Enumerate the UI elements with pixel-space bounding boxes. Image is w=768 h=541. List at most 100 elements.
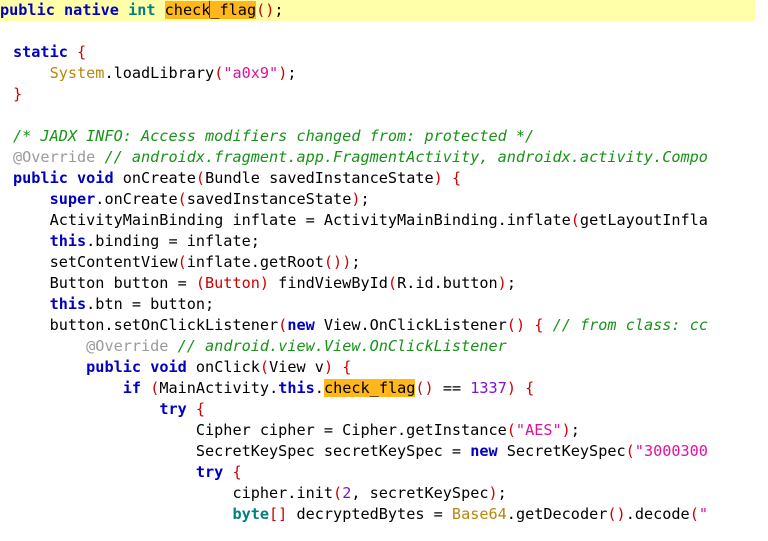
code-line[interactable]: @Override // androidx.fragment.app.Fragm…: [0, 147, 768, 168]
code-line[interactable]: this.binding = inflate;: [0, 231, 768, 252]
code-line[interactable]: cipher.init(2, secretKeySpec);: [0, 483, 768, 504]
token-keyword: void: [150, 358, 187, 376]
token-punctuation: (: [150, 379, 160, 397]
token-text: .btn = button;: [86, 295, 215, 313]
token-comment: // from class: cc: [552, 316, 709, 334]
token-punctuation: (: [387, 274, 398, 292]
token-comment: /* JADX INFO: Access modifiers changed f…: [13, 127, 535, 145]
token-punctuation: ): [351, 190, 361, 208]
code-lines-container: public native int check_flag(); static {…: [0, 0, 768, 525]
token-string-literal: "AES": [515, 421, 562, 439]
token-punctuation: (: [506, 421, 516, 439]
token-text: ActivityMainBinding inflate = ActivityMa…: [13, 211, 571, 229]
token-text: findViewById: [269, 274, 388, 292]
code-line[interactable]: super.onCreate(savedInstanceState);: [0, 189, 768, 210]
code-line[interactable]: public void onCreate(Bundle savedInstanc…: [0, 168, 768, 189]
code-line[interactable]: try {: [0, 462, 768, 483]
code-line[interactable]: @Override // android.view.View.OnClickLi…: [0, 336, 768, 357]
code-editor-view[interactable]: public native int check_flag(); static {…: [0, 0, 768, 541]
code-line[interactable]: this.btn = button;: [0, 294, 768, 315]
code-line[interactable]: [0, 21, 768, 42]
token-text: onClick: [186, 358, 260, 376]
token-punctuation: ): [506, 379, 516, 397]
token-punctuation: (: [214, 64, 224, 82]
token-keyword: native: [64, 1, 119, 19]
token-class-reference: System: [49, 64, 105, 82]
code-line[interactable]: SecretKeySpec secretKeySpec = new Secret…: [0, 441, 768, 462]
token-punctuation: (: [177, 190, 187, 208]
token-text: ==: [433, 379, 471, 397]
token-keyword: super: [49, 190, 96, 208]
token-keyword: public: [0, 1, 55, 19]
token-text: onCreate: [113, 169, 196, 187]
token-punctuation: (: [689, 505, 699, 523]
code-line[interactable]: setContentView(inflate.getRoot());: [0, 252, 768, 273]
token-text: Cipher cipher = Cipher.getInstance: [13, 421, 507, 439]
token-punctuation: {: [451, 169, 462, 187]
token-text: inflate.getRoot: [186, 253, 324, 271]
token-keyword: try: [159, 400, 187, 418]
token-keyword: public: [13, 169, 68, 187]
code-line[interactable]: Cipher cipher = Cipher.getInstance("AES"…: [0, 420, 768, 441]
token-text: ;: [497, 484, 507, 502]
token-punctuation: {: [342, 358, 352, 376]
token-punctuation: ()): [323, 253, 352, 271]
token-punctuation: {: [525, 379, 535, 397]
code-line[interactable]: byte[] decryptedBytes = Base64.getDecode…: [0, 504, 768, 525]
code-line[interactable]: if (MainActivity.this.check_flag() == 13…: [0, 378, 768, 399]
token-punctuation: ): [561, 421, 571, 439]
code-line[interactable]: button.setOnClickListener(new View.OnCli…: [0, 315, 768, 336]
token-search-match[interactable]: check: [164, 1, 211, 19]
token-text: ;: [570, 421, 580, 439]
token-punctuation: []: [269, 505, 288, 523]
token-keyword: this: [49, 232, 87, 250]
token-punctuation: (): [256, 1, 275, 19]
token-text: ;: [287, 64, 297, 82]
token-keyword: static: [13, 43, 68, 61]
token-string-literal: ": [698, 505, 709, 523]
token-keyword: if: [122, 379, 142, 397]
token-text: getLayoutInfla: [579, 211, 708, 229]
code-line[interactable]: /* JADX INFO: Access modifiers changed f…: [0, 126, 768, 147]
token-text: ;: [274, 1, 284, 19]
token-text: SecretKeySpec secretKeySpec =: [13, 442, 471, 460]
token-text: .binding = inflate;: [86, 232, 260, 250]
token-text: .: [314, 379, 324, 397]
code-line[interactable]: static {: [0, 42, 768, 63]
token-punctuation: (: [259, 358, 270, 376]
token-keyword: new: [470, 442, 498, 460]
token-search-match[interactable]: check_flag: [323, 379, 416, 397]
token-text: Button button =: [13, 274, 196, 292]
code-line[interactable]: }: [0, 84, 768, 105]
token-punctuation: (): [415, 379, 434, 397]
token-punctuation: (: [570, 211, 580, 229]
code-line[interactable]: [0, 105, 768, 126]
token-punctuation: ): [278, 64, 288, 82]
code-line[interactable]: try {: [0, 399, 768, 420]
token-keyword: this: [278, 379, 315, 397]
token-text: cipher.init: [13, 484, 334, 502]
token-text: .onCreate: [95, 190, 178, 208]
token-search-match[interactable]: _flag: [210, 1, 257, 19]
code-line[interactable]: public void onClick(View v) {: [0, 357, 768, 378]
code-line-current[interactable]: public native int check_flag();: [0, 0, 755, 21]
token-keyword: void: [77, 169, 114, 187]
token-text: button.setOnClickListener: [13, 316, 279, 334]
code-line[interactable]: Button button = (Button) findViewById(R.…: [0, 273, 768, 294]
code-line[interactable]: System.loadLibrary("a0x9");: [0, 63, 768, 84]
token-punctuation: ): [497, 274, 507, 292]
token-punctuation: (: [195, 169, 206, 187]
code-line[interactable]: ActivityMainBinding inflate = ActivityMa…: [0, 210, 768, 231]
